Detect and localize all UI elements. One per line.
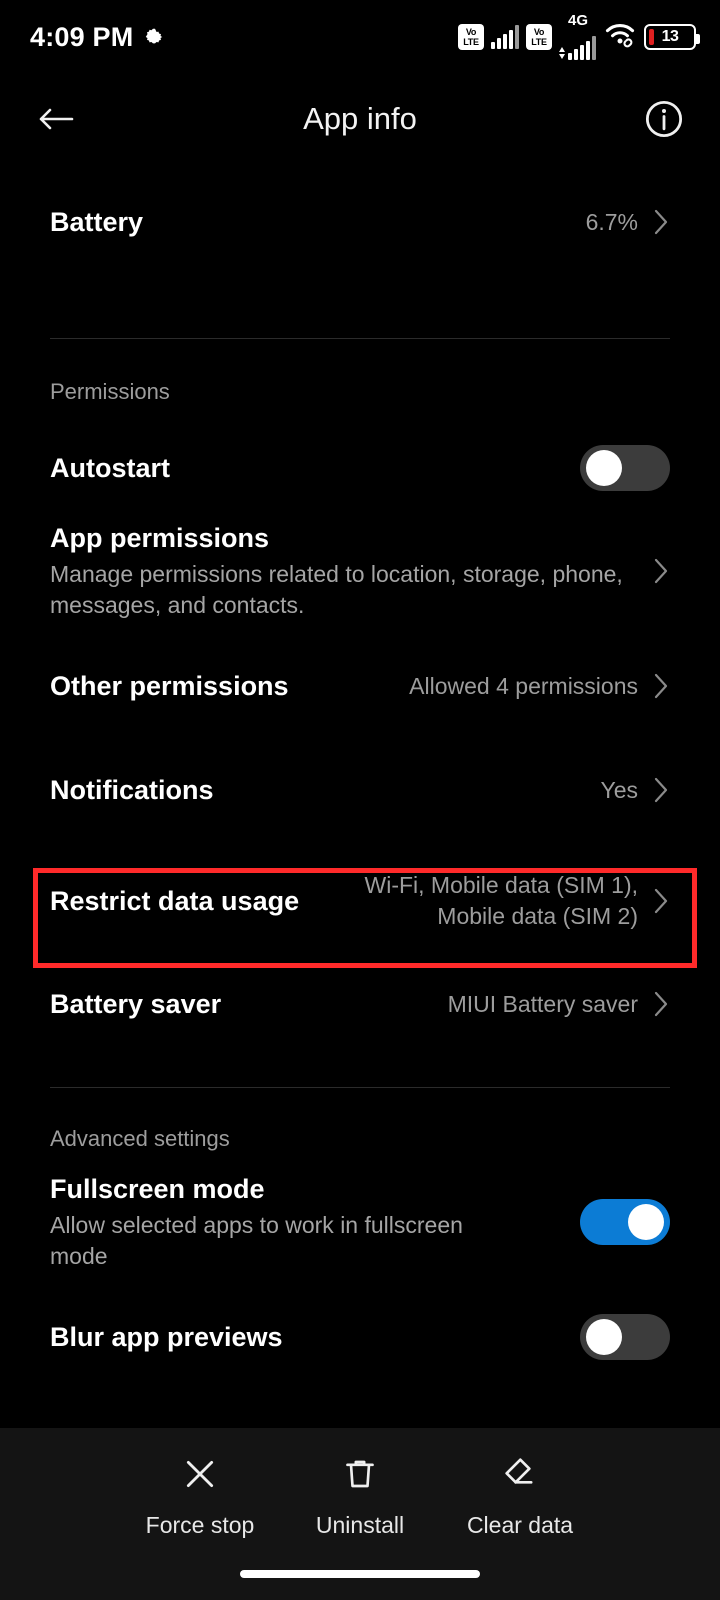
row-battery-texts: Battery (50, 205, 586, 239)
fullscreen-mode-toggle[interactable] (580, 1199, 670, 1245)
chevron-right-icon (652, 556, 670, 586)
status-bar-clock: 4:09 PM (30, 21, 134, 52)
app-info-screen: 4:09 PM Vo LTE Vo LTE 4G 13 App info Bat… (0, 0, 720, 1600)
row-battery-value: 6.7% (585, 208, 638, 235)
row-app-permissions-title: App permissions (50, 523, 270, 553)
row-other-permissions-title: Other permissions (50, 671, 289, 701)
row-other-permissions[interactable]: Other permissions Allowed 4 permissions (0, 647, 720, 725)
uninstall-button[interactable]: Uninstall (280, 1454, 440, 1539)
mobile-data-4g-icon: 4G (559, 11, 596, 60)
row-blur-app-previews-title: Blur app previews (50, 1322, 283, 1352)
chevron-right-icon (652, 989, 670, 1019)
row-fullscreen-mode-texts: Fullscreen mode Allow selected apps to w… (50, 1172, 580, 1272)
trash-icon (340, 1454, 380, 1499)
row-fullscreen-mode-subtitle: Allow selected apps to work in fullscree… (50, 1212, 463, 1269)
chevron-right-icon (652, 886, 670, 916)
row-restrict-data-usage[interactable]: Restrict data usage Wi-Fi, Mobile data (… (0, 851, 720, 951)
signal-bars-sim2-icon (568, 35, 596, 60)
settings-list: Battery 6.7% Permissions Autostart App p… (0, 164, 720, 1376)
row-other-permissions-value: Allowed 4 permissions (409, 672, 638, 699)
volte-bottom-text-2: LTE (531, 37, 547, 47)
clear-data-button[interactable]: Clear data (440, 1454, 600, 1539)
row-battery-saver-texts: Battery saver (50, 987, 448, 1021)
blur-app-previews-toggle[interactable] (580, 1314, 670, 1360)
row-fullscreen-mode-title: Fullscreen mode (50, 1174, 265, 1204)
section-label-advanced: Advanced settings (50, 1126, 230, 1151)
row-battery-saver[interactable]: Battery saver MIUI Battery saver (0, 965, 720, 1043)
volte-sim1-icon: Vo LTE (458, 24, 484, 50)
volte-top-text: Vo (465, 27, 477, 37)
row-notifications[interactable]: Notifications Yes (0, 751, 720, 829)
row-battery[interactable]: Battery 6.7% (0, 164, 720, 280)
row-restrict-data-usage-title: Restrict data usage (50, 886, 300, 916)
app-bar: App info (0, 74, 720, 164)
home-indicator[interactable] (240, 1570, 480, 1578)
eraser-icon (500, 1454, 540, 1499)
action-buttons: Force stop Uninstall Clear data (0, 1428, 720, 1539)
row-restrict-data-usage-value: Wi-Fi, Mobile data (SIM 1), Mobile data … (364, 872, 639, 929)
row-restrict-data-usage-texts: Restrict data usage (50, 884, 358, 918)
signal-bars-sim1-icon (491, 25, 519, 49)
volte-top-text-2: Vo (533, 27, 545, 37)
battery-icon: 13 (644, 24, 700, 50)
status-bar: 4:09 PM Vo LTE Vo LTE 4G 13 (0, 0, 720, 74)
autostart-toggle[interactable] (580, 445, 670, 491)
uninstall-label: Uninstall (315, 1512, 405, 1538)
data-arrows-icon (559, 46, 565, 59)
back-arrow-icon[interactable] (28, 91, 84, 147)
chevron-right-icon (652, 671, 670, 701)
row-autostart-texts: Autostart (50, 451, 580, 485)
row-notifications-title: Notifications (50, 775, 214, 805)
row-app-permissions-subtitle: Manage permissions related to location, … (50, 561, 623, 618)
close-x-icon (180, 1454, 220, 1499)
toggle-knob (586, 1319, 622, 1355)
section-label-permissions: Permissions (50, 379, 170, 404)
chevron-right-icon (652, 207, 670, 237)
row-autostart-title: Autostart (50, 453, 170, 483)
battery-level-text: 13 (661, 28, 679, 45)
clear-data-label: Clear data (466, 1512, 574, 1538)
row-blur-app-previews[interactable]: Blur app previews (0, 1298, 720, 1376)
row-battery-saver-title: Battery saver (50, 989, 222, 1019)
row-app-permissions-texts: App permissions Manage permissions relat… (50, 521, 638, 621)
volte-bottom-text: LTE (463, 37, 479, 47)
toggle-knob (628, 1204, 664, 1240)
row-autostart[interactable]: Autostart (0, 429, 720, 507)
row-notifications-texts: Notifications (50, 773, 600, 807)
toggle-knob (586, 450, 622, 486)
bottom-action-bar: Force stop Uninstall Clear data (0, 1428, 720, 1600)
chevron-right-icon (652, 775, 670, 805)
row-fullscreen-mode[interactable]: Fullscreen mode Allow selected apps to w… (0, 1172, 720, 1272)
row-battery-saver-value: MIUI Battery saver (447, 990, 638, 1017)
page-title: App info (303, 101, 417, 136)
volte-sim2-icon: Vo LTE (526, 24, 552, 50)
network-type-label: 4G (568, 11, 589, 29)
status-bar-left: 4:09 PM (30, 22, 165, 53)
wifi-icon (603, 22, 637, 53)
row-app-permissions[interactable]: App permissions Manage permissions relat… (0, 521, 720, 621)
status-bar-right: Vo LTE Vo LTE 4G 13 (458, 11, 700, 60)
row-blur-app-previews-texts: Blur app previews (50, 1320, 580, 1354)
battery-low-indicator (649, 29, 654, 45)
info-icon[interactable] (636, 91, 692, 147)
gear-icon (143, 26, 165, 48)
force-stop-label: Force stop (145, 1512, 255, 1538)
row-battery-title: Battery (50, 207, 144, 237)
row-other-permissions-texts: Other permissions (50, 669, 409, 703)
row-notifications-value: Yes (600, 776, 638, 803)
force-stop-button[interactable]: Force stop (120, 1454, 280, 1539)
